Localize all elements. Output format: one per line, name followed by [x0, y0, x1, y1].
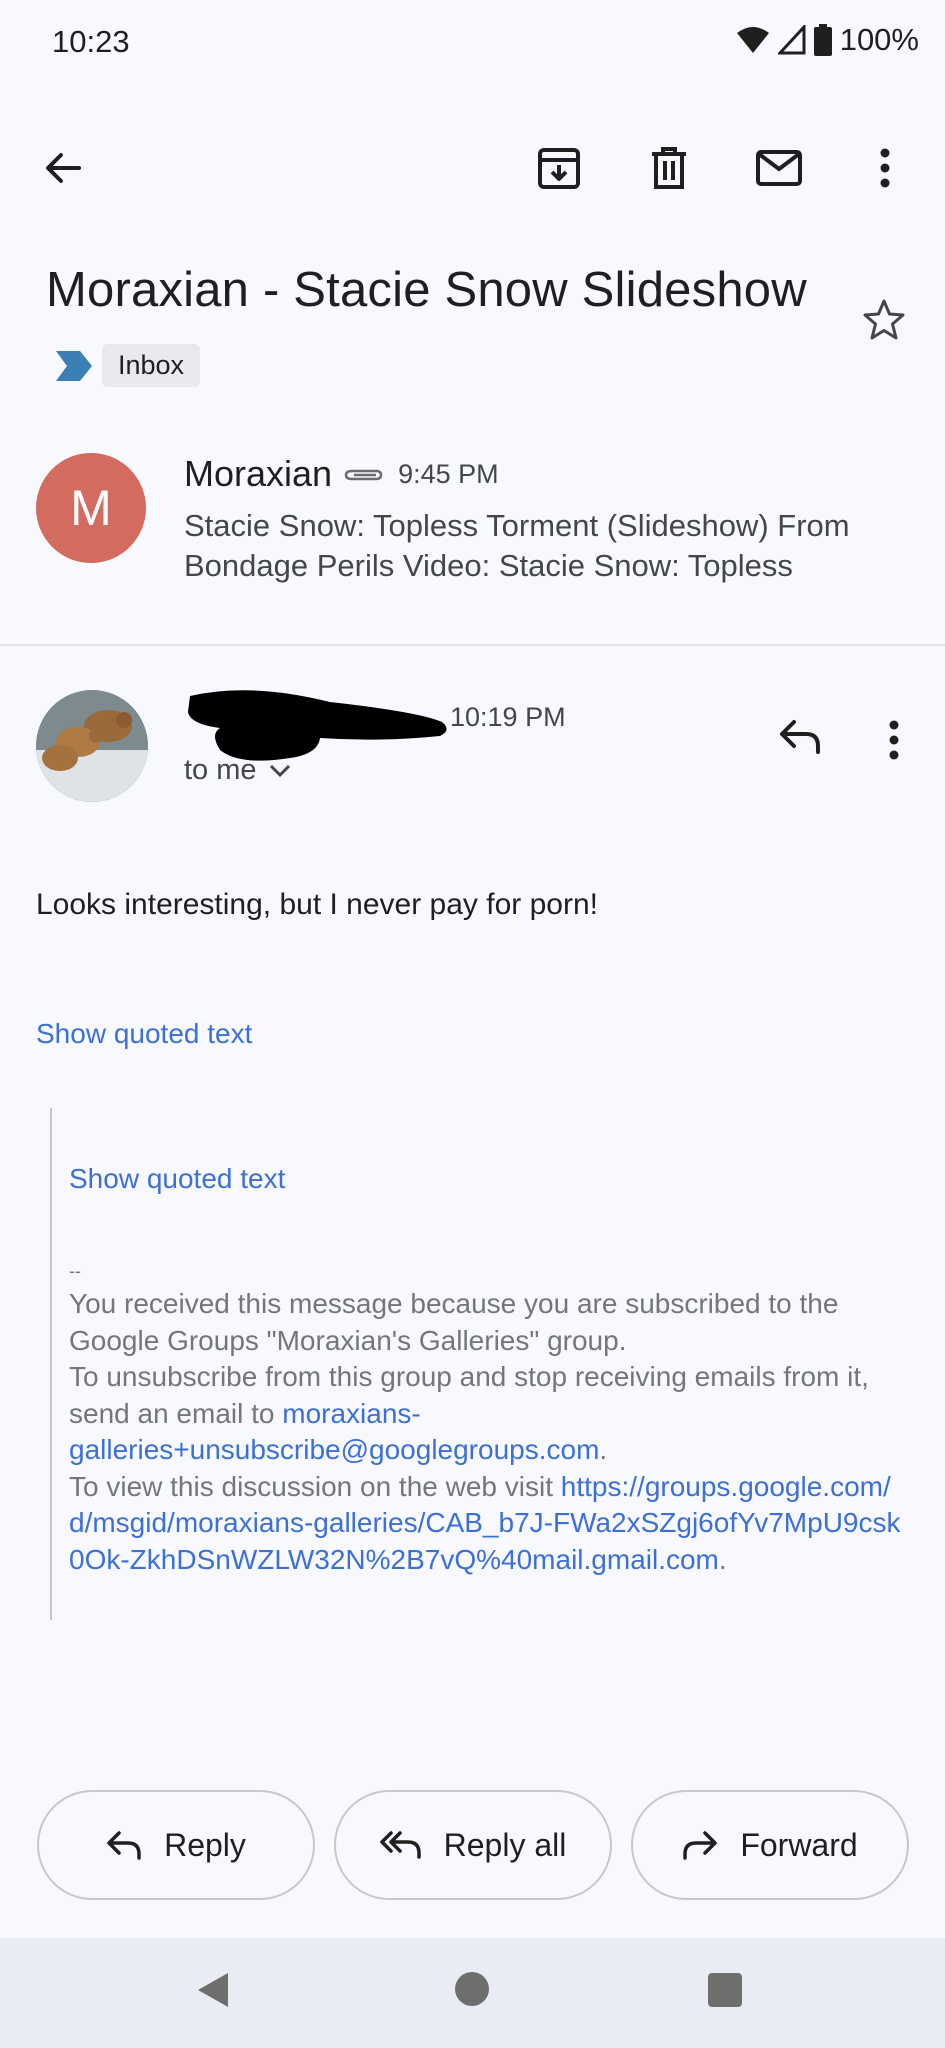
footer-unsubscribe-line: To unsubscribe from this group and stop …	[69, 1359, 909, 1469]
chevron-down-icon	[269, 764, 290, 777]
attachment-icon	[344, 469, 383, 481]
footer-subscription-notice: You received this message because you ar…	[69, 1288, 839, 1356]
nav-recents-icon[interactable]	[708, 1973, 742, 2007]
archive-button[interactable]	[527, 136, 591, 200]
message-time: 10:19 PM	[450, 702, 566, 732]
reply-icon	[107, 1831, 141, 1860]
avatar[interactable]	[36, 690, 148, 802]
archive-icon	[538, 148, 580, 189]
mark-unread-button[interactable]	[747, 136, 811, 200]
footer-separator: --	[69, 1261, 81, 1281]
email-subject: Moraxian - Stacie Snow Slideshow	[46, 263, 807, 317]
quote-bar	[50, 1108, 52, 1620]
star-button[interactable]	[862, 298, 906, 347]
bears-photo-icon	[36, 690, 148, 802]
avatar[interactable]: M	[36, 453, 146, 563]
envelope-icon	[756, 150, 802, 186]
more-vertical-icon	[889, 720, 899, 760]
battery-icon	[813, 24, 832, 56]
status-time: 10:23	[52, 24, 130, 59]
reply-label: Reply	[164, 1826, 246, 1863]
message-snippet[interactable]: Stacie Snow: Topless Torment (Slideshow)…	[184, 506, 904, 586]
wifi-icon	[736, 27, 769, 53]
forward-icon	[683, 1831, 718, 1860]
reply-all-icon	[379, 1831, 421, 1859]
footer-unsubscribe-text: To unsubscribe from this group and stop …	[69, 1361, 869, 1429]
message-header[interactable]: Moraxian 9:45 PM	[184, 453, 499, 495]
forward-label: Forward	[740, 1826, 858, 1863]
arrow-left-icon	[46, 153, 81, 183]
footer-period: .	[718, 1543, 727, 1575]
label-row: Inbox	[54, 344, 201, 387]
footer-period: .	[599, 1434, 608, 1465]
more-vertical-icon	[880, 148, 890, 188]
cell-signal-icon	[777, 25, 806, 55]
group-footer: -- You received this message because you…	[69, 1256, 909, 1578]
redacted-sender-name	[188, 690, 447, 761]
nav-back-icon[interactable]	[195, 1970, 231, 2010]
message-more-button[interactable]	[862, 708, 926, 772]
show-quoted-text-link[interactable]: Show quoted text	[69, 1163, 285, 1195]
back-button[interactable]	[31, 136, 95, 200]
show-quoted-text-link[interactable]: Show quoted text	[36, 1018, 252, 1050]
message-body: Looks interesting, but I never pay for p…	[36, 888, 598, 921]
sender-name: Moraxian	[184, 453, 333, 494]
forward-action-button[interactable]: Forward	[631, 1790, 909, 1900]
star-icon	[863, 299, 905, 340]
delete-button[interactable]	[637, 136, 701, 200]
reply-icon	[780, 720, 820, 754]
reply-all-label: Reply all	[443, 1826, 567, 1863]
inbox-label-chip[interactable]: Inbox	[102, 344, 201, 387]
more-options-button[interactable]	[853, 136, 917, 200]
reply-action-button[interactable]: Reply	[37, 1790, 315, 1900]
important-marker-icon[interactable]	[54, 349, 94, 383]
recipient-label: to me	[184, 754, 257, 786]
reply-all-action-button[interactable]: Reply all	[334, 1790, 612, 1900]
divider	[0, 644, 945, 646]
reply-button[interactable]	[768, 704, 832, 768]
recipient-details-toggle[interactable]: to me	[184, 754, 291, 787]
footer-discussion-line: To view this discussion on the web visit…	[69, 1469, 909, 1579]
footer-discussion-text: To view this discussion on the web visit	[69, 1470, 561, 1502]
trash-icon	[652, 147, 686, 189]
nav-home-icon[interactable]	[455, 1972, 489, 2006]
status-icons: 100%	[736, 22, 919, 58]
message-time: 9:45 PM	[398, 458, 499, 489]
battery-percent: 100%	[839, 22, 919, 57]
